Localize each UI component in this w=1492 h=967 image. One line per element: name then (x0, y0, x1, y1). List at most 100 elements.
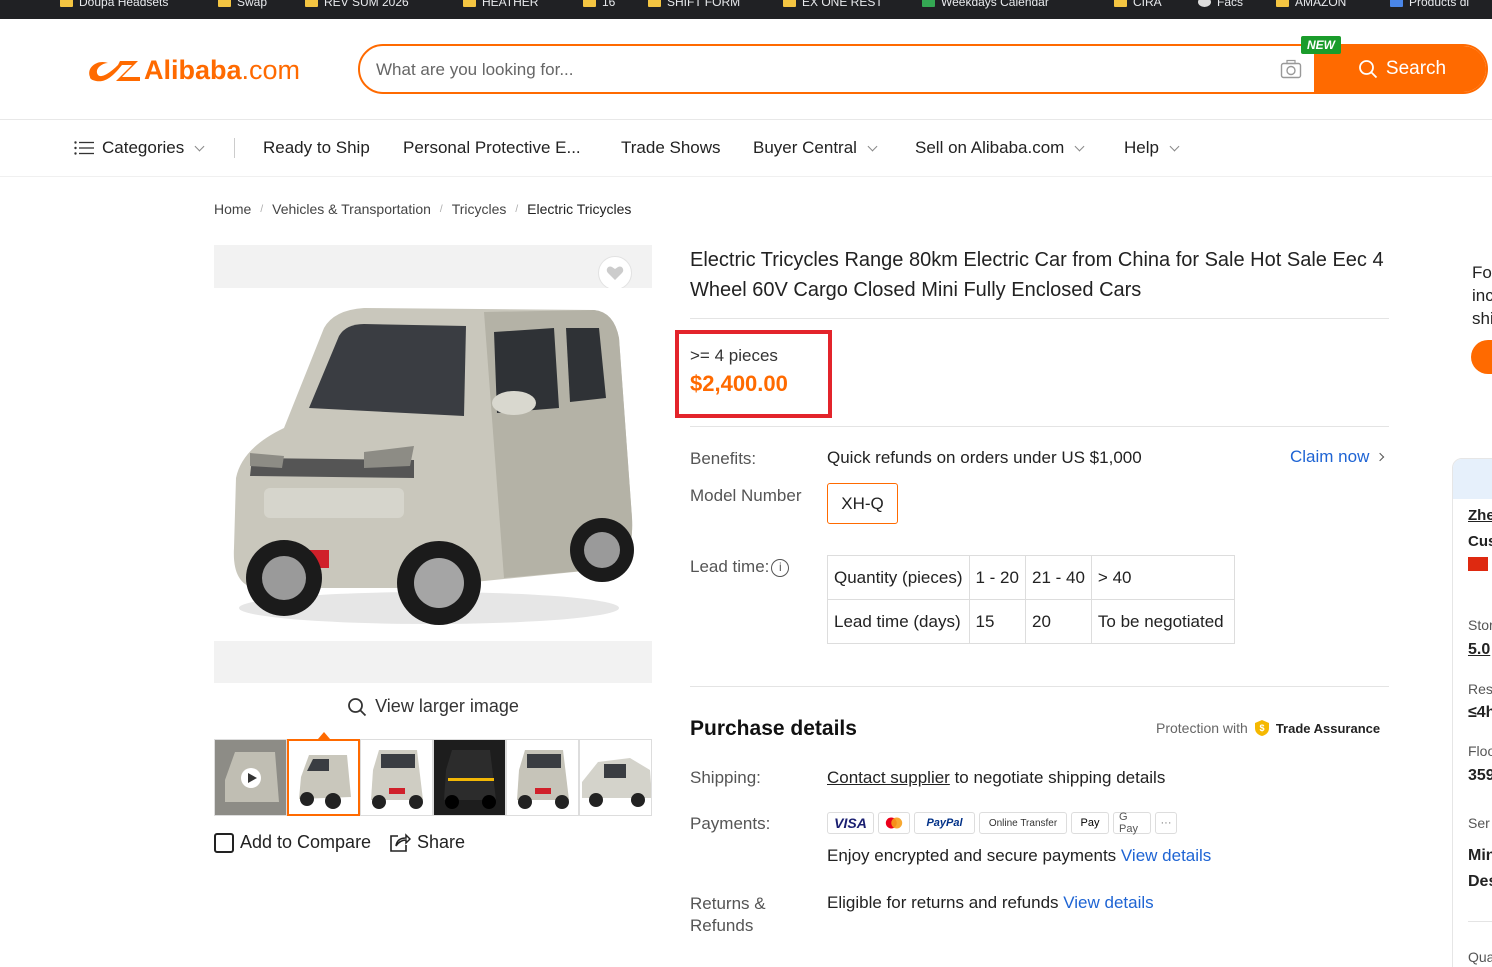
thumbnail[interactable] (433, 739, 506, 816)
product-main-image[interactable] (214, 288, 652, 641)
breadcrumb-electric-tricycles[interactable]: Electric Tricycles (527, 201, 631, 217)
alibaba-logo[interactable]: Alibaba .com (84, 52, 300, 88)
thumbnail-image (215, 740, 286, 815)
lead-time-label: Lead time: i (690, 557, 790, 577)
supplier-service-item: Des (1468, 873, 1492, 890)
add-to-compare[interactable]: Add to Compare (214, 832, 371, 853)
visa-icon: VISA (827, 812, 874, 834)
contact-supplier-link[interactable]: Contact supplier (827, 768, 950, 787)
bookmark[interactable]: Weekdays Calendar (922, 0, 1049, 9)
divider (0, 176, 1492, 177)
table-cell: 15 (968, 599, 1026, 644)
new-badge: NEW (1301, 36, 1341, 54)
chevron-down-icon (867, 141, 878, 151)
side-action-button[interactable] (1471, 340, 1492, 374)
folder-icon (305, 0, 318, 7)
bookmark[interactable]: 16 (583, 0, 615, 9)
supplier-panel-header (1453, 459, 1492, 499)
bookmark-icon (1390, 0, 1403, 7)
search-input[interactable] (376, 58, 1256, 82)
folder-icon (783, 0, 796, 7)
nav-buyer-central[interactable]: Buyer Central (753, 138, 878, 158)
folder-icon (583, 0, 596, 7)
product-price: $2,400.00 (690, 371, 788, 396)
supplier-name-link[interactable]: Zhe (1468, 507, 1492, 524)
returns-view-details-link[interactable]: View details (1063, 893, 1153, 912)
table-cell: > 40 (1090, 555, 1235, 600)
thumbnail[interactable] (360, 739, 433, 816)
supplier-floor-space: 359 (1468, 767, 1492, 784)
calendar-icon (922, 0, 935, 7)
side-shipping-note: Fo inc shi (1472, 263, 1492, 328)
breadcrumb-home[interactable]: Home (214, 201, 251, 217)
thumbnail[interactable] (506, 739, 579, 816)
info-icon[interactable]: i (771, 558, 790, 577)
benefits-label: Benefits: (690, 449, 757, 468)
more-payments-icon[interactable]: ··· (1155, 812, 1177, 834)
bookmark[interactable]: SHIFT FORM (648, 0, 740, 9)
nav-sell-on-alibaba[interactable]: Sell on Alibaba.com (915, 138, 1085, 158)
checkbox[interactable] (214, 832, 234, 853)
google-pay-icon: G Pay (1113, 811, 1151, 835)
favorite-button[interactable] (598, 256, 632, 290)
payments-text: Enjoy encrypted and secure payments View… (827, 846, 1212, 865)
breadcrumb-vehicles[interactable]: Vehicles & Transportation (272, 201, 431, 217)
nav-ready-to-ship[interactable]: Ready to Ship (263, 138, 370, 158)
breadcrumb-separator: / (515, 203, 519, 215)
thumbnail-image (361, 740, 432, 815)
supplier-stat-label: Qua (1468, 949, 1492, 965)
product-title: Electric Tricycles Range 80km Electric C… (690, 249, 1384, 301)
divider (690, 318, 1389, 319)
divider (234, 138, 235, 158)
thumbnail-selected[interactable] (287, 739, 360, 816)
claim-now-link[interactable]: Claim now (1290, 447, 1385, 467)
bookmark[interactable]: Facs (1198, 0, 1243, 9)
main-nav: Categories Ready to Ship Personal Protec… (0, 120, 1492, 176)
thumbnail[interactable] (579, 739, 652, 816)
bookmark[interactable]: Doupa Headsets (60, 0, 168, 9)
returns-label: Returns & Refunds (690, 894, 766, 935)
breadcrumb-separator: / (260, 203, 264, 215)
supplier-stat-label: Stor (1468, 617, 1492, 633)
share-button[interactable]: Share (389, 832, 465, 853)
benefits-value: Quick refunds on orders under US $1,000 (827, 448, 1142, 467)
trade-assurance-badge[interactable]: Protection with $ Trade Assurance (1156, 719, 1380, 737)
camera-icon[interactable] (1280, 59, 1302, 79)
chevron-right-icon (1376, 452, 1385, 462)
view-larger-button[interactable]: View larger image (214, 696, 652, 717)
divider (690, 426, 1389, 427)
bookmark[interactable]: AMAZON (1276, 0, 1346, 9)
table-cell: 20 (1024, 599, 1092, 644)
thumbnail-video[interactable] (214, 739, 287, 816)
nav-personal-protective[interactable]: Personal Protective E... (403, 138, 581, 158)
bookmark[interactable]: HEATHER (463, 0, 538, 9)
share-icon (390, 832, 411, 852)
divider (1468, 921, 1492, 922)
nav-categories[interactable]: Categories (74, 138, 205, 158)
model-option[interactable]: XH-Q (827, 483, 898, 524)
bookmark[interactable]: REV SUM 2026 (305, 0, 409, 9)
shield-icon: $ (1254, 720, 1269, 736)
folder-icon (1276, 0, 1289, 7)
divider (690, 686, 1389, 687)
breadcrumb: Home / Vehicles & Transportation / Tricy… (214, 201, 631, 217)
bookmark[interactable]: Products di (1390, 0, 1469, 9)
supplier-rating[interactable]: 5.0 (1468, 641, 1490, 659)
nav-trade-shows[interactable]: Trade Shows (621, 138, 721, 158)
supplier-stat-label: Floo (1468, 743, 1492, 759)
folder-icon (648, 0, 661, 7)
supplier-panel: Zhe Cus Stor 5.0 Res ≤4h Floo 359 Ser Mi… (1452, 458, 1492, 967)
breadcrumb-tricycles[interactable]: Tricycles (452, 201, 507, 217)
folder-icon (60, 0, 73, 7)
bookmark[interactable]: EX ONE REST (783, 0, 883, 9)
bookmark[interactable]: CIRA (1114, 0, 1162, 9)
bookmark[interactable]: Swap (218, 0, 267, 9)
table-cell: Quantity (pieces) (827, 555, 970, 600)
chevron-down-icon (194, 141, 205, 151)
thumbnail-image (580, 740, 651, 815)
table-row: Lead time (days) 15 20 To be negotiated (827, 599, 1235, 644)
breadcrumb-separator: / (439, 203, 443, 215)
nav-help[interactable]: Help (1124, 138, 1180, 158)
payments-view-details-link[interactable]: View details (1121, 846, 1211, 865)
alibaba-logo-icon (89, 61, 140, 82)
